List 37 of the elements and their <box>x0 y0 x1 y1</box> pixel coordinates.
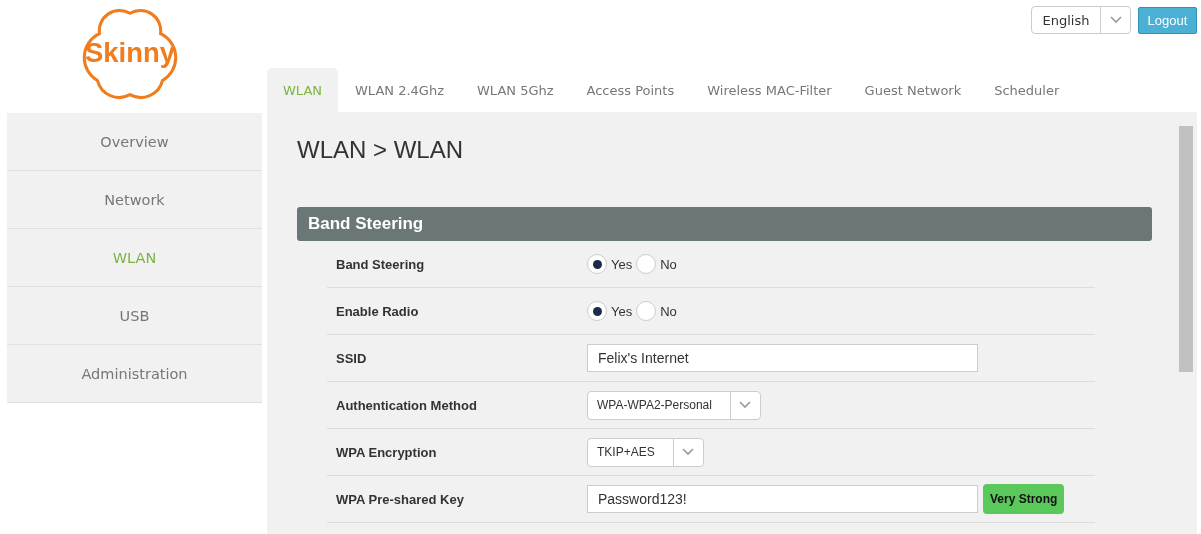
field-label: Authentication Method <box>335 397 478 413</box>
caret-icon <box>739 401 752 409</box>
section-header: Band Steering <box>297 207 1152 241</box>
radio-label: No <box>660 256 677 272</box>
tab[interactable]: WLAN 5Ghz <box>461 68 570 112</box>
tab[interactable]: Scheduler <box>978 68 1076 112</box>
scrollbar-thumb[interactable] <box>1179 126 1193 372</box>
input-field[interactable]: Felix's Internet <box>587 344 978 372</box>
logout-button[interactable]: Logout <box>1138 7 1197 34</box>
language-select[interactable]: English <box>1031 6 1131 34</box>
tab[interactable]: Wireless MAC-Filter <box>691 68 848 112</box>
radio-button[interactable] <box>587 254 607 274</box>
tab[interactable]: WLAN 2.4Ghz <box>339 68 460 112</box>
field-label: Band Steering <box>335 256 426 272</box>
strength-badge: Very Strong <box>983 484 1065 514</box>
sidebar-item[interactable]: USB <box>7 287 262 345</box>
tab[interactable]: Guest Network <box>848 68 978 112</box>
caret-icon <box>682 448 695 456</box>
page-title: WLAN > WLAN <box>297 136 464 164</box>
radio-button[interactable] <box>587 301 607 321</box>
tab[interactable]: Access Points <box>570 68 691 112</box>
password-field[interactable]: Password123! <box>587 485 978 513</box>
field-label: WPA Pre-shared Key <box>335 491 465 507</box>
field-label: Enable Radio <box>335 303 420 319</box>
dropdown[interactable]: TKIP+AES <box>587 437 704 467</box>
radio-button[interactable] <box>636 301 657 321</box>
radio-button[interactable] <box>636 254 657 274</box>
field-label: SSID <box>335 350 368 366</box>
dropdown[interactable]: WPA-WPA2-Personal <box>587 390 761 420</box>
caret-icon <box>1109 16 1122 24</box>
radio-label: Yes <box>611 256 633 272</box>
sidebar-item[interactable]: Network <box>7 171 262 229</box>
sidebar-item[interactable]: Administration <box>7 345 262 403</box>
radio-label: Yes <box>611 303 633 319</box>
field-label: WPA Encryption <box>335 444 438 460</box>
sidebar-item[interactable]: Overview <box>7 113 262 171</box>
radio-label: No <box>660 303 677 319</box>
